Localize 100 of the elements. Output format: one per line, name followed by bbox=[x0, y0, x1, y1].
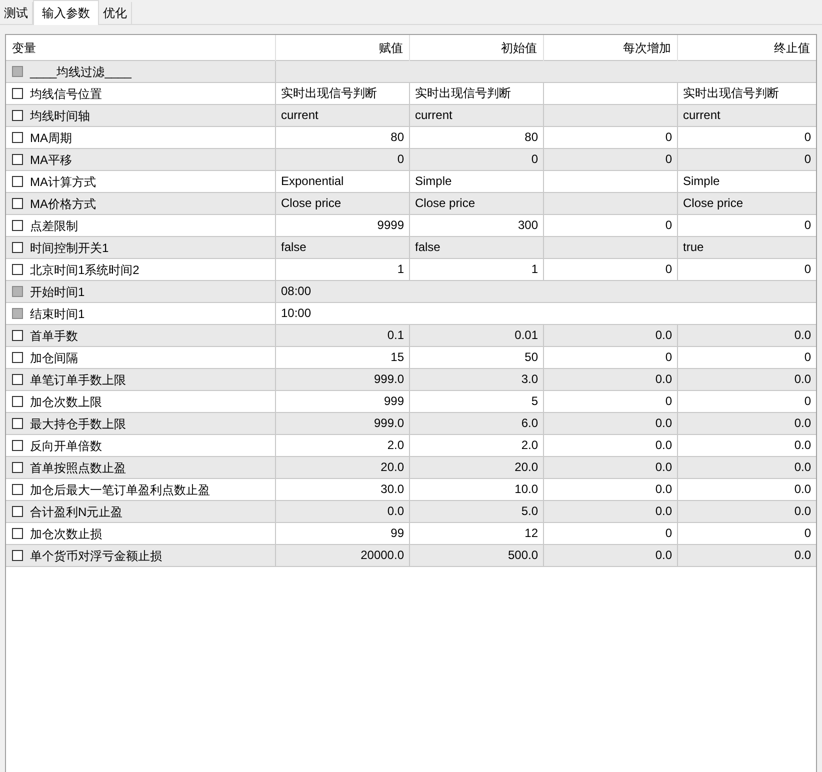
parameter-name: 加仓次数止损 bbox=[30, 526, 102, 542]
table-cell: Close price bbox=[410, 193, 544, 214]
table-cell: 0.0 bbox=[544, 325, 678, 346]
table-cell: 1 bbox=[410, 259, 544, 280]
table-cell: 0 bbox=[544, 523, 678, 544]
checkbox[interactable] bbox=[12, 550, 23, 561]
table-cell: 0.1 bbox=[276, 325, 410, 346]
table-cell-text: Close price bbox=[682, 195, 744, 212]
table-cell-text: 0.0 bbox=[793, 415, 812, 432]
parameter-name: 均线信号位置 bbox=[30, 86, 102, 102]
table-cell: 9999 bbox=[276, 215, 410, 236]
parameter-name: 结束时间1 bbox=[30, 306, 85, 322]
table-cell: 0.0 bbox=[276, 501, 410, 522]
table-cell: 0.0 bbox=[544, 545, 678, 566]
parameter-name: 最大持仓手数上限 bbox=[30, 416, 126, 432]
table-cell: 300 bbox=[410, 215, 544, 236]
table-cell: 999.0 bbox=[276, 413, 410, 434]
table-cell: 0 bbox=[544, 215, 678, 236]
checkbox[interactable] bbox=[12, 264, 23, 275]
checkbox[interactable] bbox=[12, 132, 23, 143]
checkbox[interactable] bbox=[12, 352, 23, 363]
parameter-name: MA计算方式 bbox=[30, 174, 96, 190]
table-cell: 10.0 bbox=[410, 479, 544, 500]
table-cell: 0 bbox=[544, 127, 678, 148]
table-cell-text: 0 bbox=[803, 217, 812, 234]
table-cell-text: 0.0 bbox=[793, 459, 812, 476]
table-cell: 0 bbox=[544, 347, 678, 368]
checkbox[interactable] bbox=[12, 374, 23, 385]
checkbox[interactable] bbox=[12, 154, 23, 165]
checkbox[interactable] bbox=[12, 396, 23, 407]
checkbox[interactable] bbox=[12, 528, 23, 539]
table-cell-text: 0.0 bbox=[793, 547, 812, 564]
table-cell-text: 0.0 bbox=[793, 481, 812, 498]
table-cell: 0.01 bbox=[410, 325, 544, 346]
table-cell: 30.0 bbox=[276, 479, 410, 500]
table-cell: 15 bbox=[276, 347, 410, 368]
checkbox[interactable] bbox=[12, 198, 23, 209]
table-cell: 0.0 bbox=[544, 457, 678, 478]
table-cell-text: 10:00 bbox=[280, 305, 312, 322]
table-cell: 5.0 bbox=[410, 501, 544, 522]
parameter-name: 加仓间隔 bbox=[30, 350, 78, 366]
table-cell: current bbox=[276, 105, 410, 126]
column-header[interactable]: 终止值 bbox=[678, 35, 816, 61]
table-cell-text: 0 bbox=[803, 261, 812, 278]
table-cell: 实时出现信号判断 bbox=[276, 83, 410, 104]
table-cell: 50 bbox=[410, 347, 544, 368]
checkbox[interactable] bbox=[12, 418, 23, 429]
table-cell: 99 bbox=[276, 523, 410, 544]
table-cell: false bbox=[410, 237, 544, 258]
table-cell: 12 bbox=[410, 523, 544, 544]
table-cell: Exponential bbox=[276, 171, 410, 192]
table-cell: current bbox=[410, 105, 544, 126]
table-cell: 0.0 bbox=[544, 369, 678, 390]
parameter-name: 均线时间轴 bbox=[30, 108, 90, 124]
table-cell: 0.0 bbox=[544, 435, 678, 456]
table-cell: 0 bbox=[544, 149, 678, 170]
checkbox[interactable] bbox=[12, 440, 23, 451]
parameter-name: MA平移 bbox=[30, 152, 72, 168]
table-cell: 20.0 bbox=[276, 457, 410, 478]
table-cell: 0 bbox=[544, 259, 678, 280]
table-cell-text: 0.0 bbox=[793, 371, 812, 388]
parameter-name: 单笔订单手数上限 bbox=[30, 372, 126, 388]
table-cell: 0.0 bbox=[544, 479, 678, 500]
parameter-name: 合计盈利N元止盈 bbox=[30, 504, 123, 520]
table-cell-text: 实时出现信号判断 bbox=[682, 85, 780, 102]
checkbox[interactable] bbox=[12, 88, 23, 99]
table-cell: 0 bbox=[544, 391, 678, 412]
table-cell-text: true bbox=[682, 239, 705, 256]
table-cell: 0.0 bbox=[544, 413, 678, 434]
tab[interactable]: 优化 bbox=[99, 2, 132, 24]
tab[interactable]: 输入参数 bbox=[33, 0, 99, 25]
table-cell: 999 bbox=[276, 391, 410, 412]
checkbox[interactable] bbox=[12, 110, 23, 121]
table-cell: 80 bbox=[410, 127, 544, 148]
table-cell: 0 bbox=[276, 149, 410, 170]
checkbox[interactable] bbox=[12, 242, 23, 253]
checkbox[interactable] bbox=[12, 220, 23, 231]
table-cell-text: 0 bbox=[803, 129, 812, 146]
checkbox[interactable] bbox=[12, 330, 23, 341]
checkbox[interactable] bbox=[12, 462, 23, 473]
table-cell-text: 0 bbox=[803, 525, 812, 542]
table-cell: 20.0 bbox=[410, 457, 544, 478]
checkbox[interactable] bbox=[12, 176, 23, 187]
table-cell: 1 bbox=[276, 259, 410, 280]
table-cell: false bbox=[276, 237, 410, 258]
table-cell: 2.0 bbox=[410, 435, 544, 456]
parameter-name: 时间控制开关1 bbox=[30, 240, 109, 256]
checkbox[interactable] bbox=[12, 484, 23, 495]
table-cell-text: 0 bbox=[803, 393, 812, 410]
parameter-name: 点差限制 bbox=[30, 218, 78, 234]
table-cell-text: 08:00 bbox=[280, 283, 312, 300]
table-cell-text: Simple bbox=[682, 173, 721, 190]
table-cell: 20000.0 bbox=[276, 545, 410, 566]
parameter-name: 北京时间1系统时间2 bbox=[30, 262, 140, 278]
table-cell-text: current bbox=[682, 107, 722, 124]
table-cell-text: 0.0 bbox=[793, 327, 812, 344]
parameter-name: 加仓次数上限 bbox=[30, 394, 102, 410]
parameter-name: 首单按照点数止盈 bbox=[30, 460, 126, 476]
checkbox[interactable] bbox=[12, 506, 23, 517]
table-cell: 999.0 bbox=[276, 369, 410, 390]
